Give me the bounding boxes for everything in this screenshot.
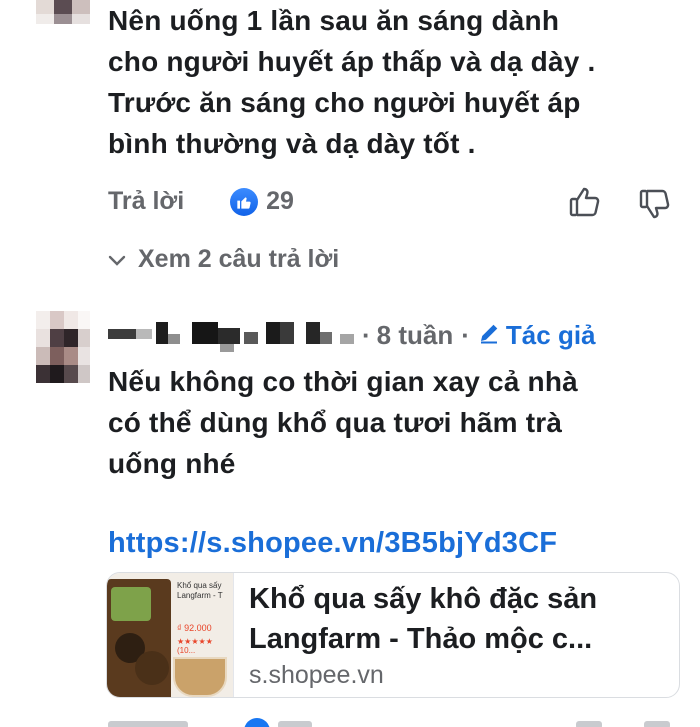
link-preview-card[interactable]: Khổ qua sấy Langfarm - T ₫ 92.000 ★★★★★ … [106,572,680,698]
view-replies-button[interactable]: Xem 2 câu trả lời [108,245,339,274]
preview-title[interactable]: Khổ qua sấy khô đặc sản Langfarm - Thảo … [249,579,659,659]
thumbnail-title: Khổ qua sấy Langfarm - T [177,581,223,600]
comment-line: Nên uống 1 lần sau ăn sáng dành [108,5,560,36]
avatar[interactable] [36,0,90,24]
view-replies-label: Xem 2 câu trả lời [138,245,340,273]
comment-line: có thể dùng khổ qua tươi hãm trà [108,407,563,438]
comment-line: uống nhé [108,448,236,479]
reaction-count[interactable]: 29 [266,187,294,216]
preview-title-line: Khổ qua sấy khô đặc sản [249,583,598,615]
like-icon[interactable] [230,187,259,216]
thumbnail-rating: ★★★★★ (10... [177,637,213,655]
thumbs-down-icon[interactable] [638,188,672,225]
product-thumbnail[interactable]: Khổ qua sấy Langfarm - T ₫ 92.000 ★★★★★ … [107,573,234,697]
comment-line: Trước ăn sáng cho người huyết áp [108,87,581,118]
pencil-icon [478,320,500,351]
separator-dot: · [362,320,371,350]
comment-actions: Trả lời 29 [108,187,294,216]
comment-time[interactable]: 8 tuần [377,320,454,351]
thumbnail-price: ₫ 92.000 [177,623,212,633]
reply-button[interactable]: Trả lời [108,187,184,216]
author-badge: Tác giả [478,320,596,351]
shopee-link[interactable]: https://s.shopee.vn/3B5bjYd3CF [108,527,557,560]
preview-domain: s.shopee.vn [249,661,384,689]
next-action-row [108,718,700,727]
comment-text: Nếu không co thời gian xay cả nhà có thể… [108,361,578,484]
preview-title-line: Langfarm - Thảo mộc c... [249,623,593,655]
comment-line: cho người huyết áp thấp và dạ dày . [108,46,596,77]
separator-dot: · [461,320,470,350]
comment-text: Nên uống 1 lần sau ăn sáng dành cho ngườ… [108,0,595,164]
avatar[interactable] [36,311,90,383]
thumbs-up-icon[interactable] [568,186,602,223]
chevron-down-icon [108,245,126,274]
comment-meta: · 8 tuần · Tác giả [362,320,596,351]
comment-line: Nếu không co thời gian xay cả nhà [108,366,578,397]
author-badge-label: Tác giả [505,320,596,350]
author-name[interactable] [108,320,358,354]
comment-line: bình thường và dạ dày tốt . [108,128,476,159]
